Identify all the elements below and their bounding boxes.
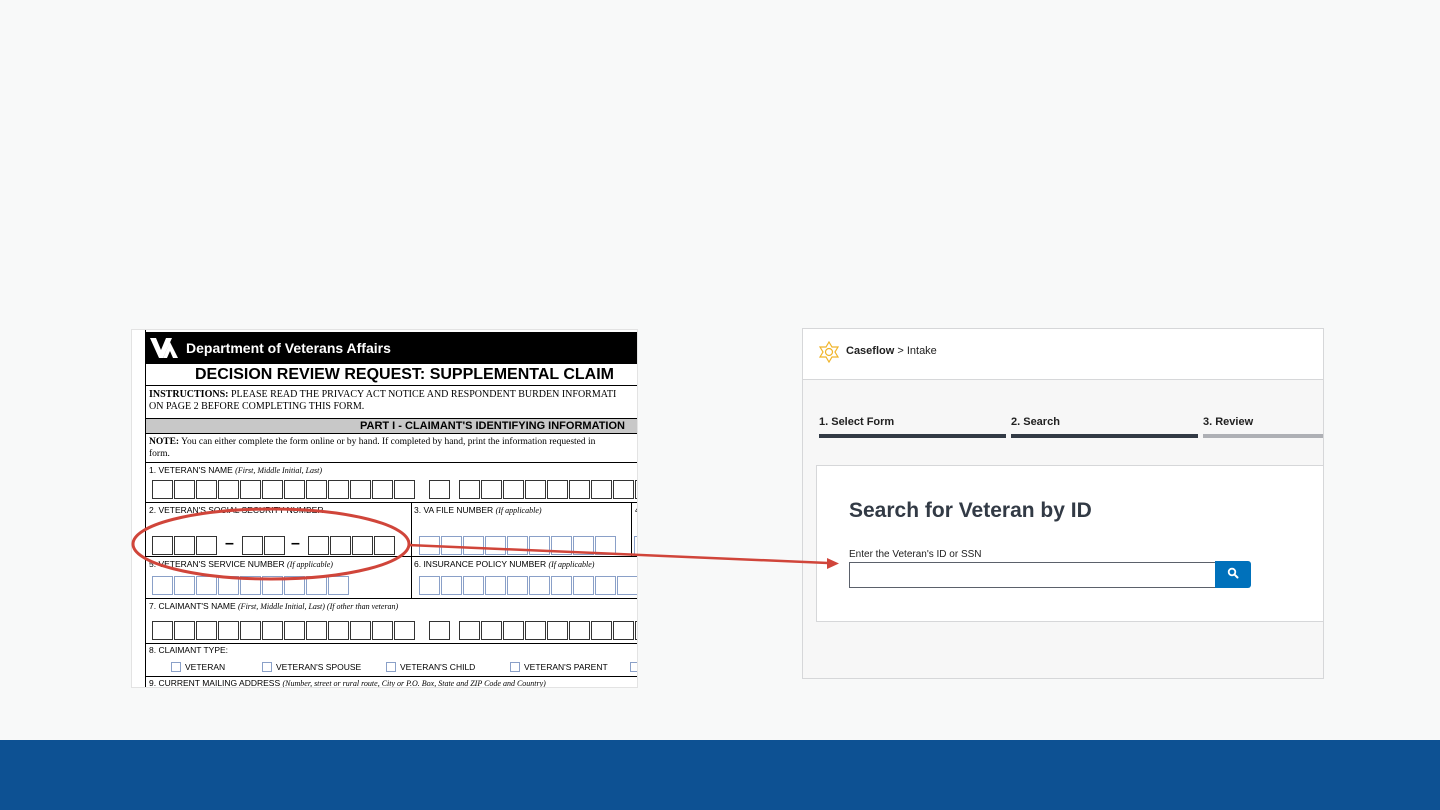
checkbox-veterans-child xyxy=(386,662,396,672)
insurance-policy-boxes xyxy=(419,576,637,595)
step-select-form: 1. Select Form xyxy=(819,416,1006,438)
step-bar xyxy=(1203,434,1323,438)
field6-label: 6. INSURANCE POLICY NUMBER (If applicabl… xyxy=(414,559,595,569)
app-breadcrumb: Caseflow > Intake xyxy=(846,345,937,357)
step-bar xyxy=(819,434,1006,438)
note-label: NOTE: xyxy=(149,437,180,447)
field1-label: 1. VETERAN'S NAME (First, Middle Initial… xyxy=(149,465,323,475)
ssn-part1-boxes xyxy=(152,536,218,555)
field3-label: 3. VA FILE NUMBER (If applicable) xyxy=(414,505,542,515)
ssn-dash: – xyxy=(225,535,234,552)
claimant-name-middle-box xyxy=(429,621,451,640)
field5-label: 5. VETERAN'S SERVICE NUMBER (If applicab… xyxy=(149,559,333,569)
search-icon xyxy=(1227,567,1239,579)
veteran-name-middle-box xyxy=(429,480,451,499)
ssn-part3-boxes xyxy=(308,536,396,555)
col-divider xyxy=(631,502,632,556)
caseflow-intake-screen: Caseflow > Intake 1. Select Form 2. Sear… xyxy=(802,328,1324,679)
claimant-type-label: VETERAN'S CHILD xyxy=(400,662,476,672)
step-search: 2. Search xyxy=(1011,416,1198,438)
va-file-number-boxes xyxy=(419,536,617,555)
claimant-type-label: VETERAN'S PARENT xyxy=(524,662,608,672)
app-name[interactable]: Caseflow xyxy=(846,345,894,357)
step-label: 1. Select Form xyxy=(819,416,895,428)
veteran-id-search-input[interactable] xyxy=(849,562,1216,588)
caseflow-logo-icon[interactable] xyxy=(818,341,840,363)
note-line2: form. xyxy=(149,449,170,459)
form-title-row: DECISION REVIEW REQUEST: SUPPLEMENTAL CL… xyxy=(146,364,637,386)
field4-number: 4 xyxy=(635,505,637,515)
field4-boxes xyxy=(634,536,637,555)
claimant-name-last-boxes xyxy=(459,621,637,640)
search-button[interactable] xyxy=(1215,561,1251,588)
row-divider xyxy=(146,502,637,503)
step-review: 3. Review xyxy=(1203,416,1323,438)
veteran-name-last-boxes xyxy=(459,480,637,499)
top-nav: Caseflow > Intake xyxy=(803,329,1323,380)
form-header: Department of Veterans Affairs xyxy=(146,332,637,364)
instructions-line2: ON PAGE 2 BEFORE COMPLETING THIS FORM. xyxy=(149,401,365,412)
service-number-boxes xyxy=(152,576,350,595)
checkbox-other xyxy=(630,662,637,672)
col-divider xyxy=(411,502,412,598)
claimant-name-first-boxes xyxy=(152,621,416,640)
page-title: Search for Veteran by ID xyxy=(849,499,1092,522)
veteran-name-first-boxes xyxy=(152,480,416,499)
claimant-type-label: VETERAN xyxy=(185,662,226,672)
instructions-line1: PLEASE READ THE PRIVACY ACT NOTICE AND R… xyxy=(228,389,617,400)
checkbox-veterans-parent xyxy=(510,662,520,672)
part-heading: PART I - CLAIMANT'S IDENTIFYING INFORMAT… xyxy=(360,420,625,432)
department-name: Department of Veterans Affairs xyxy=(186,340,391,356)
field8-label: 8. CLAIMANT TYPE: xyxy=(149,645,229,655)
checkbox-veteran xyxy=(171,662,181,672)
search-card: Search for Veteran by ID Enter the Veter… xyxy=(816,465,1323,622)
form-title: DECISION REVIEW REQUEST: SUPPLEMENTAL CL… xyxy=(195,366,614,383)
row-divider xyxy=(146,462,637,463)
search-field-label: Enter the Veteran's ID or SSN xyxy=(849,549,982,560)
va-paper-form-excerpt: Department of Veterans Affairs DECISION … xyxy=(131,329,638,688)
checkbox-veterans-spouse xyxy=(262,662,272,672)
footer-bar xyxy=(0,740,1440,810)
field9-label: 9. CURRENT MAILING ADDRESS (Number, stre… xyxy=(149,678,546,688)
field7-label: 7. CLAIMANT'S NAME (First, Middle Initia… xyxy=(149,601,399,611)
ssn-part2-boxes xyxy=(242,536,286,555)
row-divider xyxy=(146,556,637,557)
field2-label: 2. VETERAN'S SOCIAL SECURITY NUMBER xyxy=(149,505,324,515)
va-logo-icon xyxy=(150,338,178,358)
row-divider xyxy=(146,598,637,599)
step-bar xyxy=(1011,434,1198,438)
row-divider xyxy=(146,676,637,677)
form-body: Department of Veterans Affairs DECISION … xyxy=(145,330,637,688)
step-label: 2. Search xyxy=(1011,416,1060,428)
form-instructions: INSTRUCTIONS: PLEASE READ THE PRIVACY AC… xyxy=(149,389,616,413)
instructions-label: INSTRUCTIONS: xyxy=(149,389,229,400)
ssn-dash: – xyxy=(291,535,300,552)
row-divider xyxy=(146,643,637,644)
claimant-type-label: VETERAN'S SPOUSE xyxy=(276,662,362,672)
breadcrumb-intake: > Intake xyxy=(894,345,937,357)
part-heading-row: PART I - CLAIMANT'S IDENTIFYING INFORMAT… xyxy=(146,418,637,434)
form-note: NOTE: You can either complete the form o… xyxy=(149,436,595,460)
step-label: 3. Review xyxy=(1203,416,1254,428)
note-line1: You can either complete the form online … xyxy=(179,437,596,447)
